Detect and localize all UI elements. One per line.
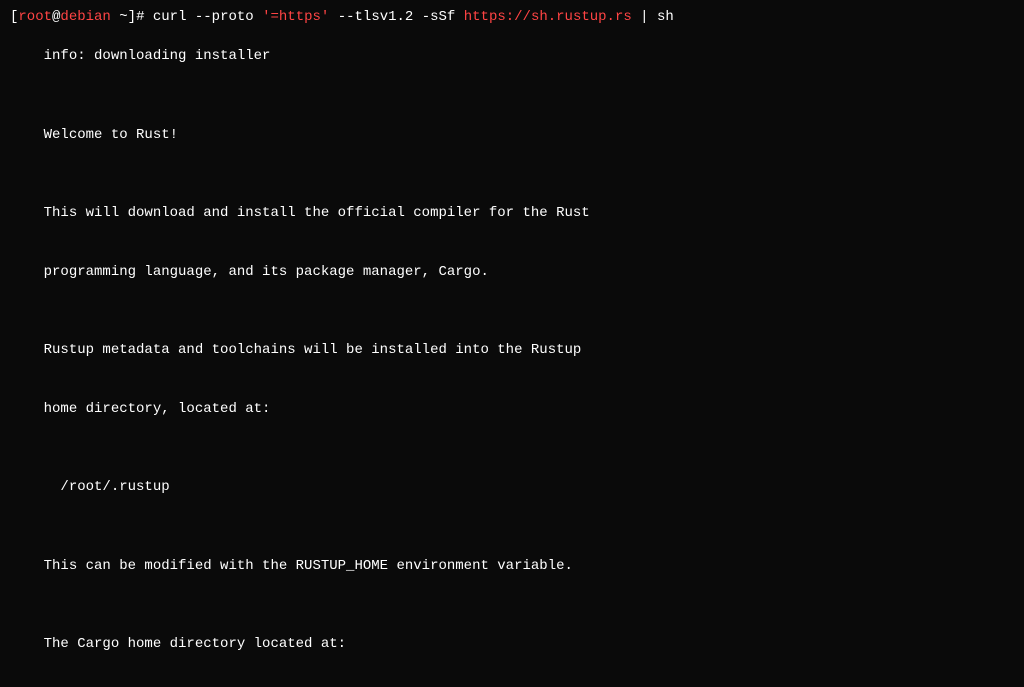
prompt-at: @ xyxy=(52,8,60,28)
command-text: curl --proto xyxy=(153,8,262,28)
terminal: [root@debian ~]# curl --proto '=https' -… xyxy=(0,0,1024,687)
prompt-user: root xyxy=(18,8,52,28)
prompt-bracket-open: [ xyxy=(10,8,18,28)
command-flags: --tlsv1.2 -sSf xyxy=(329,8,463,28)
rustup-path: /root/.rustup xyxy=(10,459,1014,518)
desc-line-2: programming language, and its package ma… xyxy=(10,243,1014,302)
rustup-home-env: This can be modified with the RUSTUP_HOM… xyxy=(10,537,1014,596)
info-downloading: info: downloading installer xyxy=(10,28,1014,87)
rustup-line-2: home directory, located at: xyxy=(10,380,1014,439)
welcome-line: Welcome to Rust! xyxy=(10,106,1014,165)
blank-7 xyxy=(10,674,1014,687)
blank-6 xyxy=(10,596,1014,616)
command-line: [root@debian ~]# curl --proto '=https' -… xyxy=(10,8,1014,28)
command-pipe: | sh xyxy=(632,8,674,28)
blank-2 xyxy=(10,165,1014,185)
prompt-dollar: # xyxy=(136,8,153,28)
command-url: https://sh.rustup.rs xyxy=(464,8,632,28)
rustup-line-1: Rustup metadata and toolchains will be i… xyxy=(10,322,1014,381)
command-proto-val: '=https' xyxy=(262,8,329,28)
prompt-host: debian xyxy=(60,8,110,28)
blank-5 xyxy=(10,517,1014,537)
prompt-bracket-close: ] xyxy=(128,8,136,28)
cargo-home-line: The Cargo home directory located at: xyxy=(10,615,1014,674)
prompt-path: ~ xyxy=(111,8,128,28)
blank-1 xyxy=(10,86,1014,106)
desc-line-1: This will download and install the offic… xyxy=(10,184,1014,243)
blank-3 xyxy=(10,302,1014,322)
blank-4 xyxy=(10,439,1014,459)
